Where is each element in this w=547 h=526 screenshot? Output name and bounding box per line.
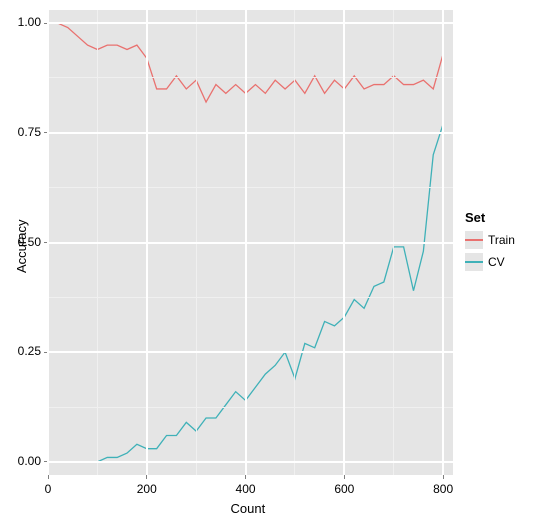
legend-label-cv: CV [488,255,505,269]
gridline-x-major [245,10,247,475]
gridline-y-major [48,22,453,24]
x-tick-label: 400 [231,482,261,496]
y-tick-label: 1.00 [18,15,41,29]
x-tick-label: 800 [428,482,458,496]
y-tick-label: 0.50 [18,235,41,249]
gridline-y-major [48,242,453,244]
x-tick [146,475,147,479]
legend-label-train: Train [488,233,515,247]
y-tick-label: 0.75 [18,125,41,139]
gridline-x-major [442,10,444,475]
gridline-x-major [146,10,148,475]
gridline-x-major [343,10,345,475]
gridline-y-major [48,351,453,353]
series-line-cv [58,124,443,462]
x-tick [344,475,345,479]
gridline-y-major [48,132,453,134]
gridline-y-major [48,461,453,463]
y-tick-label: 0.00 [18,454,41,468]
legend-key-cv [465,253,483,271]
x-tick [48,475,49,479]
x-tick-label: 600 [329,482,359,496]
x-tick [245,475,246,479]
x-tick-label: 0 [33,482,63,496]
chart-figure: Set Train CV Accuracy Count 0.000.250.50… [0,0,547,526]
legend-key-train [465,231,483,249]
legend-title: Set [465,210,515,225]
y-tick-label: 0.25 [18,344,41,358]
x-axis-title: Count [231,501,266,516]
legend-item-cv: CV [465,253,515,271]
legend: Set Train CV [465,210,515,275]
legend-item-train: Train [465,231,515,249]
series-line-train [58,23,443,102]
x-tick [443,475,444,479]
gridline-x-major [47,10,49,475]
x-tick-label: 200 [132,482,162,496]
